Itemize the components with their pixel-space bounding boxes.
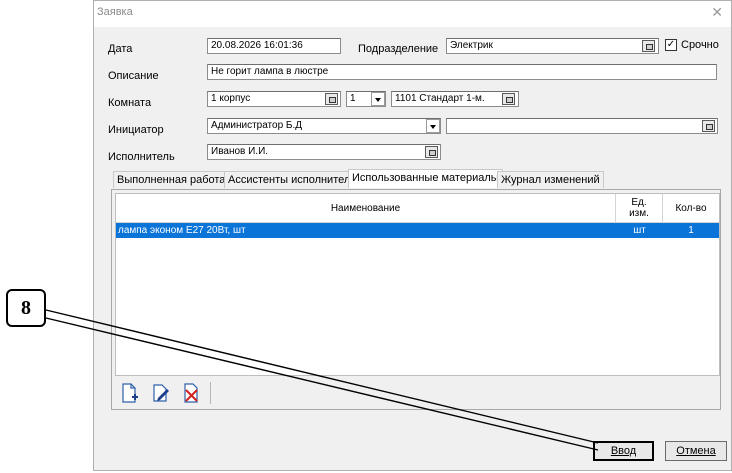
callout-leader-lines — [45, 309, 599, 451]
callout-number: 8 — [6, 289, 46, 327]
